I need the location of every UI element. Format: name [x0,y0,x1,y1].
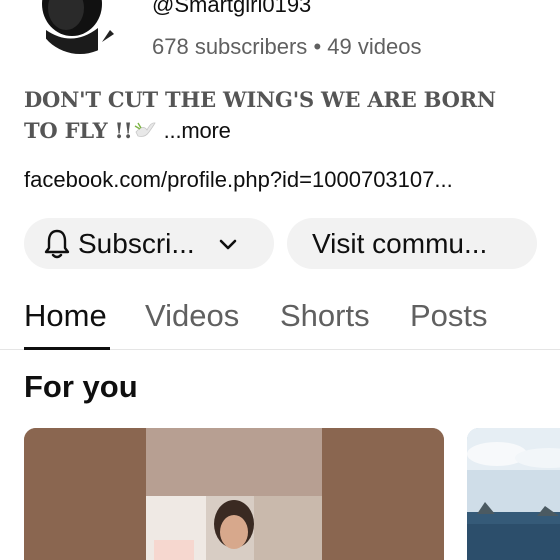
subscriber-count: 678 subscribers [152,34,308,59]
section-title: For you [24,369,138,404]
tab-shorts[interactable]: Shorts [280,298,370,334]
tab-posts[interactable]: Posts [410,298,488,334]
video-count: 49 videos [327,34,422,59]
more-link[interactable]: ...more [164,118,231,143]
channel-description[interactable]: DON'T CUT THE WING'S WE ARE BORN TO FLY … [24,84,524,146]
bell-icon [44,229,70,258]
video-thumbnail-2[interactable] [467,428,560,560]
profile-photo [36,0,124,54]
channel-avatar[interactable] [36,0,124,54]
dove-icon [134,122,156,137]
chevron-down-icon [219,239,237,249]
channel-stats: 678 subscribers • 49 videos [152,34,421,60]
video-thumbnail[interactable] [24,428,444,560]
subscribe-button[interactable]: Subscri... [24,218,274,269]
channel-handle: @Smartgirl0193 [152,0,312,17]
channel-link[interactable]: facebook.com/profile.php?id=1000703107..… [24,167,544,193]
thumbnail-image [24,428,444,560]
visit-community-button[interactable]: Visit commu... [287,218,537,269]
channel-tabs: Home Videos Shorts Posts [0,298,560,350]
tab-videos[interactable]: Videos [145,298,239,334]
stats-separator: • [313,34,322,59]
tab-home[interactable]: Home [24,298,107,334]
thumbnail-image-2 [467,428,560,560]
description-text: DON'T CUT THE WING'S WE ARE BORN TO FLY … [24,87,496,143]
visit-community-label: Visit commu... [312,227,488,259]
subscribe-label: Subscri... [78,227,195,259]
active-tab-indicator [24,347,110,350]
